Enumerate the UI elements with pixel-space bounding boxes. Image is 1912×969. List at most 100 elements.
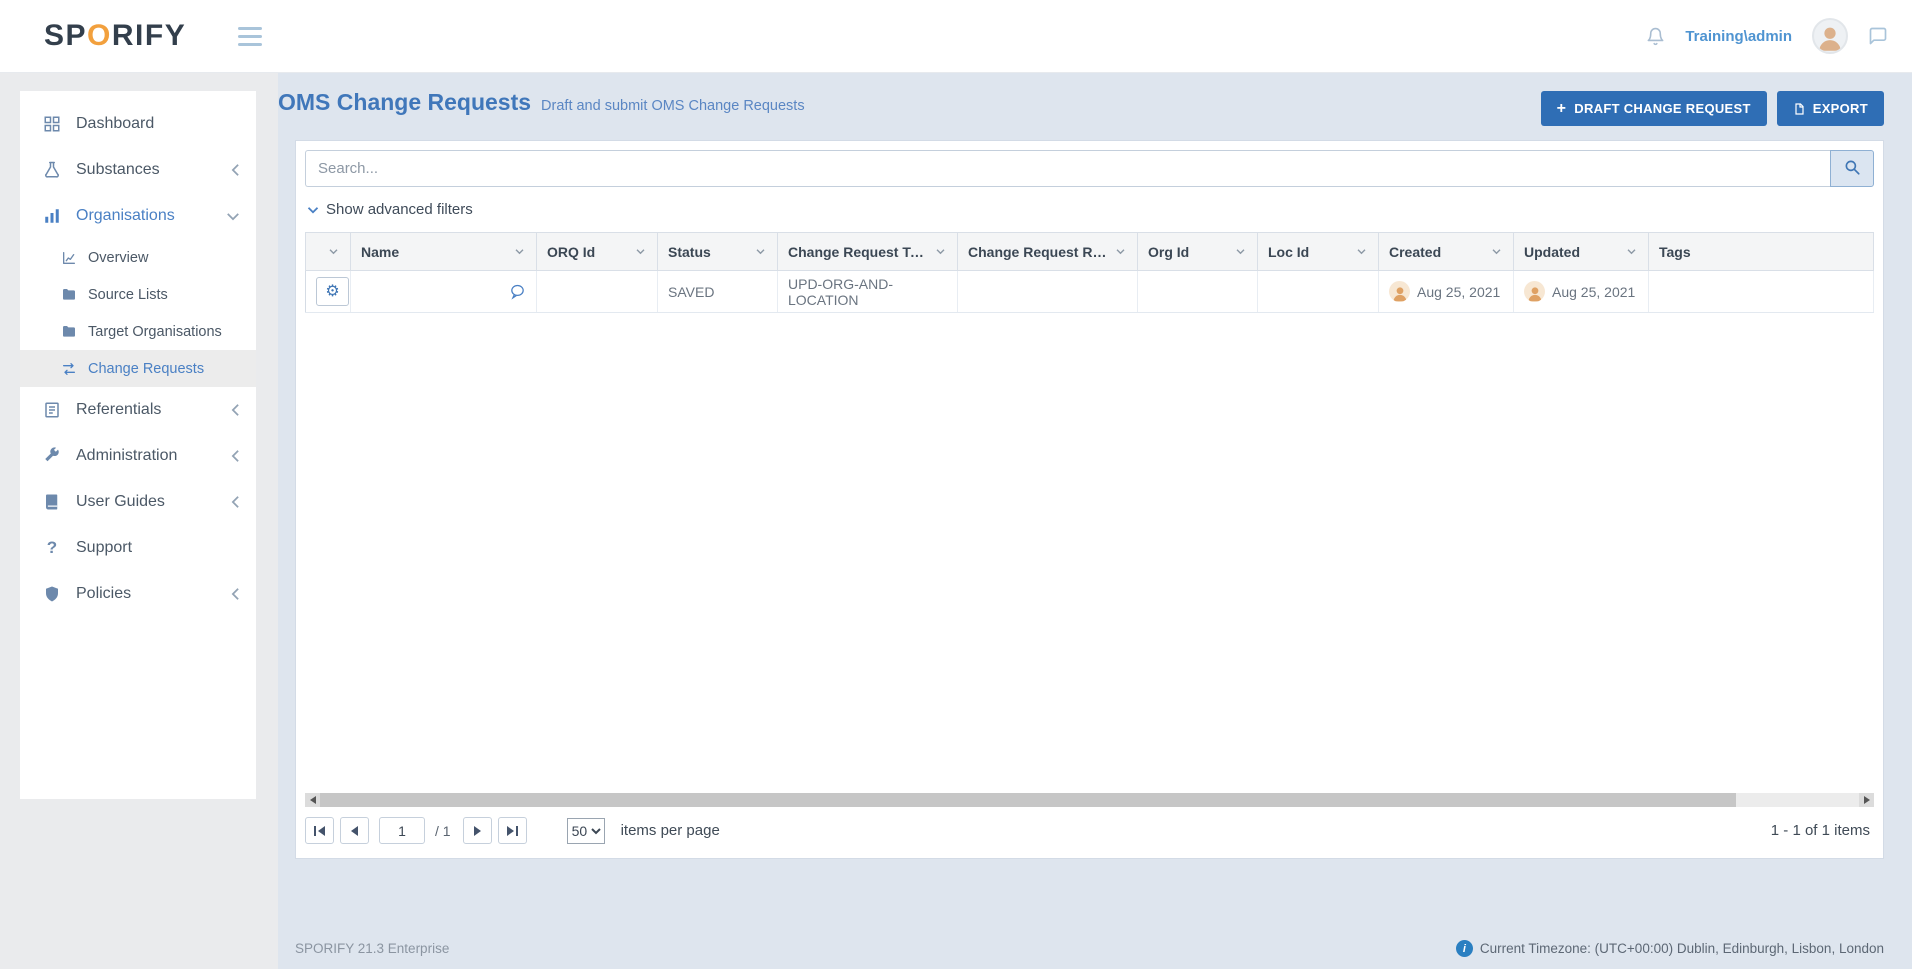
sidebar-subitem-change-requests[interactable]: Change Requests	[20, 350, 256, 387]
comment-bubble-icon[interactable]	[509, 283, 526, 300]
column-header-orq-id[interactable]: ORQ Id	[537, 233, 658, 271]
column-header-change-request-reason[interactable]: Change Request Reason	[958, 233, 1138, 271]
logo-o-accent: O	[87, 19, 112, 52]
page-footer: SPORIFY 21.3 Enterprise i Current Timezo…	[295, 940, 1884, 957]
user-avatar[interactable]	[1812, 18, 1848, 54]
column-label: Tags	[1659, 244, 1691, 260]
sidebar-item-user-guides[interactable]: User Guides	[20, 479, 256, 525]
column-menu-chevron-icon[interactable]	[1232, 245, 1249, 258]
last-page-button[interactable]	[498, 817, 527, 844]
page-number-input[interactable]	[379, 817, 425, 844]
chevron-left-icon	[231, 163, 240, 177]
sidebar-item-label: Change Requests	[88, 361, 240, 377]
app-logo[interactable]: SPORIFY	[44, 19, 186, 53]
page-size-select[interactable]: 50	[567, 818, 605, 844]
logo-text: RIFY	[112, 19, 186, 52]
row-status: SAVED	[658, 271, 778, 313]
column-header-org-id[interactable]: Org Id	[1138, 233, 1258, 271]
sidebar-item-substances[interactable]: Substances	[20, 147, 256, 193]
search-bar	[305, 150, 1874, 187]
column-menu-chevron-icon[interactable]	[1623, 245, 1640, 258]
page-subtitle: Draft and submit OMS Change Requests	[541, 98, 805, 114]
column-label: Org Id	[1148, 244, 1189, 260]
question-mark-icon: ?	[42, 538, 62, 558]
column-menu-chevron-icon[interactable]	[1488, 245, 1505, 258]
notifications-bell-icon[interactable]	[1646, 26, 1665, 47]
column-header-name[interactable]: Name	[351, 233, 537, 271]
table-row[interactable]: ⚙	[306, 271, 1874, 313]
page-total-label: / 1	[435, 823, 451, 839]
chevron-left-icon	[231, 495, 240, 509]
show-advanced-filters-toggle[interactable]: Show advanced filters	[307, 201, 1874, 218]
org-chart-icon	[42, 206, 62, 226]
column-menu-chevron-icon[interactable]	[1112, 245, 1129, 258]
row-updated-date: Aug 25, 2021	[1552, 284, 1635, 300]
horizontal-scrollbar[interactable]	[305, 793, 1874, 807]
column-menu-chevron-icon[interactable]	[752, 245, 769, 258]
page-header: OMS Change Requests Draft and submit OMS…	[278, 89, 1884, 126]
column-menu-chevron-icon[interactable]	[1353, 245, 1370, 258]
column-label: Status	[668, 244, 711, 260]
sidebar-subitem-overview[interactable]: Overview	[20, 239, 256, 276]
feedback-chat-icon[interactable]	[1868, 26, 1888, 46]
column-menu-chevron-icon[interactable]	[632, 245, 649, 258]
sidebar-item-label: Organisations	[76, 207, 226, 225]
column-label: ORQ Id	[547, 244, 595, 260]
sidebar-item-label: User Guides	[76, 493, 231, 511]
sidebar-item-dashboard[interactable]: Dashboard	[20, 101, 256, 147]
search-button[interactable]	[1830, 150, 1874, 187]
current-user-menu[interactable]: Training\admin	[1685, 28, 1792, 45]
column-menu-chevron-icon[interactable]	[932, 245, 949, 258]
row-orq-id	[537, 271, 658, 313]
folder-icon	[60, 286, 77, 303]
shield-icon	[42, 584, 62, 604]
column-label: Updated	[1524, 244, 1580, 260]
sidebar-item-label: Overview	[88, 250, 240, 266]
column-label: Name	[361, 244, 399, 260]
row-created-date: Aug 25, 2021	[1417, 284, 1500, 300]
sidebar-item-organisations[interactable]: Organisations	[20, 193, 256, 239]
sidebar-item-policies[interactable]: Policies	[20, 571, 256, 617]
items-per-page-label: items per page	[621, 822, 720, 839]
book-icon	[42, 492, 62, 512]
column-menu-chevron-icon[interactable]	[325, 245, 342, 258]
scrollbar-track[interactable]	[320, 793, 1859, 807]
column-header-tags[interactable]: Tags	[1649, 233, 1874, 271]
sidebar-item-referentials[interactable]: Referentials	[20, 387, 256, 433]
column-header-loc-id[interactable]: Loc Id	[1258, 233, 1379, 271]
draft-button-label: DRAFT CHANGE REQUEST	[1574, 101, 1750, 116]
scrollbar-thumb[interactable]	[320, 793, 1736, 807]
column-header-change-request-type[interactable]: Change Request Type	[778, 233, 958, 271]
app-root: SPORIFY Training\admin	[0, 0, 1912, 969]
column-header-created[interactable]: Created	[1379, 233, 1514, 271]
updated-by-avatar	[1524, 281, 1545, 302]
scroll-left-arrow[interactable]	[305, 793, 320, 807]
column-header-selector[interactable]	[306, 233, 351, 271]
row-change-request-type: UPD-ORG-AND-LOCATION	[778, 271, 958, 313]
sidebar-subitem-source-lists[interactable]: Source Lists	[20, 276, 256, 313]
chevron-down-icon	[226, 212, 240, 221]
column-menu-chevron-icon[interactable]	[511, 245, 528, 258]
row-actions-gear-button[interactable]: ⚙	[316, 277, 349, 306]
search-input[interactable]	[305, 150, 1830, 187]
chevron-left-icon	[231, 587, 240, 601]
column-header-status[interactable]: Status	[658, 233, 778, 271]
swap-arrows-icon	[60, 360, 77, 377]
sidebar-item-administration[interactable]: Administration	[20, 433, 256, 479]
list-clipboard-icon	[42, 400, 62, 420]
export-button[interactable]: EXPORT	[1777, 91, 1884, 126]
sidebar-item-support[interactable]: ? Support	[20, 525, 256, 571]
draft-change-request-button[interactable]: + DRAFT CHANGE REQUEST	[1541, 91, 1767, 126]
menu-toggle-icon[interactable]	[234, 23, 266, 50]
first-page-button[interactable]	[305, 817, 334, 844]
row-loc-id	[1258, 271, 1379, 313]
column-header-updated[interactable]: Updated	[1514, 233, 1649, 271]
scroll-right-arrow[interactable]	[1859, 793, 1874, 807]
sidebar-item-label: Target Organisations	[88, 324, 240, 340]
sidebar-subitem-target-organisations[interactable]: Target Organisations	[20, 313, 256, 350]
chevron-down-icon	[307, 206, 319, 214]
row-change-request-reason	[958, 271, 1138, 313]
sidebar-item-label: Administration	[76, 447, 231, 465]
next-page-button[interactable]	[463, 817, 492, 844]
previous-page-button[interactable]	[340, 817, 369, 844]
